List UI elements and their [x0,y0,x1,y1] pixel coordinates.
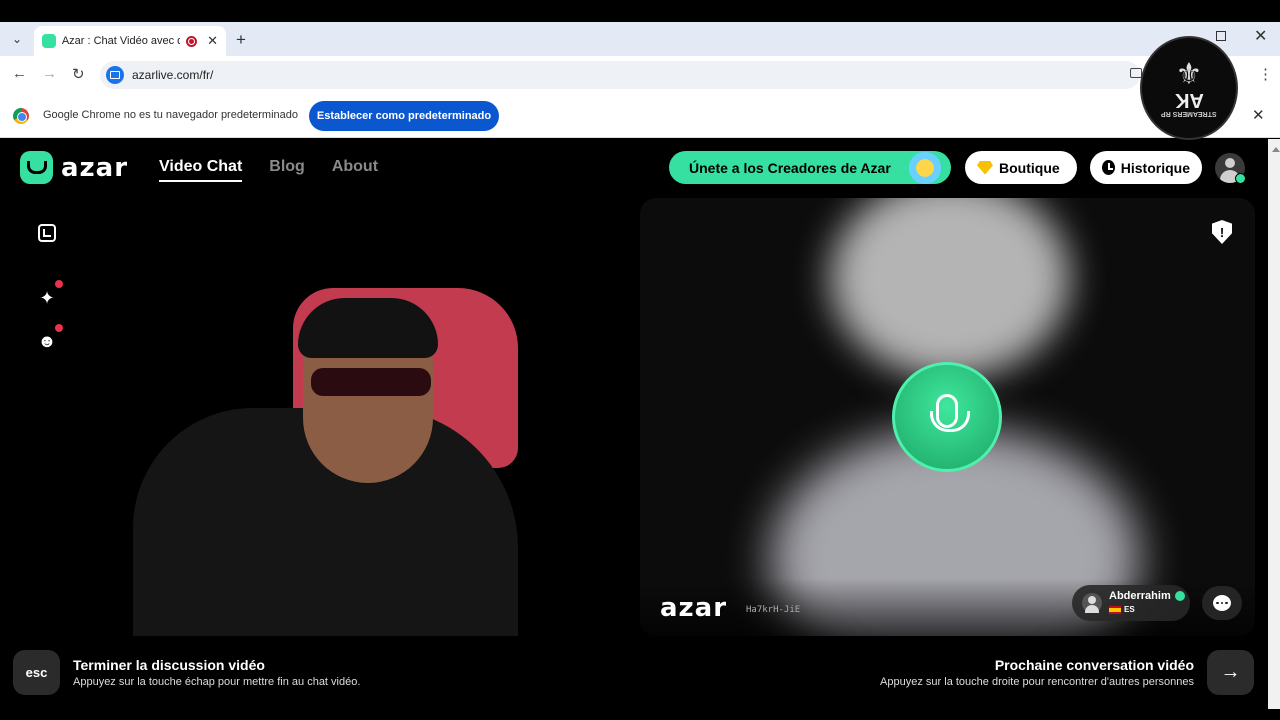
chat-button[interactable] [1202,586,1242,620]
os-top-bar [0,0,1280,22]
report-shield-icon[interactable]: ! [1212,220,1232,244]
minimize-icon[interactable] [38,224,56,242]
browser-tab[interactable]: Azar : Chat Vidéo avec de n ✕ [34,26,226,56]
azar-favicon-icon [42,34,56,48]
partner-avatar [1082,593,1102,613]
boutique-button[interactable]: Boutique [965,151,1077,184]
effects-notification-dot [55,280,63,288]
forward-icon[interactable]: → [42,65,57,82]
window-restore-icon[interactable] [1216,31,1226,41]
url-field[interactable]: azarlive.com/fr/ [100,61,1140,89]
nav-blog[interactable]: Blog [269,158,305,182]
logo-text: azar [61,152,129,183]
session-code: Ha7krH-JiE [746,605,801,615]
azar-page: azar Video Chat Blog About Únete a los C… [0,139,1280,720]
default-browser-infobar: Google Chrome no es tu navegador predete… [0,94,1280,138]
set-default-button[interactable]: Establecer como predeterminado [309,101,499,131]
partner-video-panel: ! azar Ha7krH-JiE Abderrahim ES [640,198,1255,636]
sparkle-effects-icon[interactable]: ✦ [35,286,59,310]
reload-icon[interactable]: ↻ [72,65,85,83]
browser-tabstrip: ⌄ Azar : Chat Vidéo avec de n ✕ + ✕ [0,22,1280,56]
partner-profile-chip[interactable]: Abderrahim ES [1072,585,1190,621]
site-camera-icon[interactable] [106,66,124,84]
page-scrollbar[interactable] [1268,139,1280,709]
nav-video-chat[interactable]: Video Chat [159,158,243,182]
eagle-icon: ⚜ [1175,57,1203,91]
profile-status-badge [1235,173,1246,184]
microphone-icon [930,394,970,432]
voice-only-mic-button [892,362,1002,472]
esc-end-button[interactable]: esc [13,650,60,695]
next-chat-hint: Appuyez sur la touche droite pour rencon… [880,676,1194,688]
partner-azar-logo: azar [660,593,728,623]
tab-title: Azar : Chat Vidéo avec de n [61,35,180,47]
infobar-text: Google Chrome no es tu navegador predete… [43,109,298,121]
partner-blurred-feed [830,198,1070,378]
watermark-sub: STREAMERS RP [1161,109,1217,117]
historique-button[interactable]: Historique [1090,151,1202,184]
self-camera-feed [133,288,518,636]
historique-label: Historique [1120,159,1190,176]
recording-icon [186,35,198,47]
chat-bubble-icon [1213,595,1231,611]
diamond-icon [977,160,993,175]
boutique-label: Boutique [999,159,1060,176]
creators-illustration-icon [903,149,947,187]
tab-close-icon[interactable]: ✕ [207,33,218,49]
clock-icon [1102,160,1115,175]
new-tab-button[interactable]: + [236,30,246,50]
azar-logo-icon [20,151,53,184]
end-chat-title: Terminer la discussion vidéo [73,657,265,673]
face-filter-icon[interactable]: ☻ [35,329,59,353]
window-close-icon[interactable]: ✕ [1254,26,1267,46]
infobar-close-icon[interactable]: ✕ [1252,106,1265,124]
more-menu-icon[interactable]: ⋮ [1258,65,1273,83]
partner-language: ES [1124,605,1135,614]
partner-name: Abderrahim [1109,590,1171,602]
creators-label: Únete a los Creadores de Azar [689,159,891,176]
url-text: azarlive.com/fr/ [132,68,214,82]
main-nav: Video Chat Blog About [159,158,378,182]
streamer-watermark-logo: ⚜ AK STREAMERS RP [1140,36,1238,140]
end-chat-hint: Appuyez sur la touche échap pour mettre … [73,676,361,688]
join-creators-button[interactable]: Únete a los Creadores de Azar [669,149,951,187]
azar-logo[interactable]: azar [20,151,128,184]
tab-search-button[interactable]: ⌄ [6,28,28,50]
my-video-panel: ✦ ☻ [13,198,628,636]
chrome-logo-icon [13,108,29,124]
verified-badge-icon [1175,591,1185,601]
watermark-brand: AK [1174,88,1204,111]
back-icon[interactable]: ← [12,65,27,82]
next-arrow-button[interactable]: → [1207,650,1254,695]
filter-notification-dot [55,324,63,332]
address-bar: ← → ↻ azarlive.com/fr/ ⋮ [0,56,1280,94]
next-chat-title: Prochaine conversation vidéo [994,657,1194,673]
nav-about[interactable]: About [332,158,378,182]
spain-flag-icon [1109,606,1121,614]
